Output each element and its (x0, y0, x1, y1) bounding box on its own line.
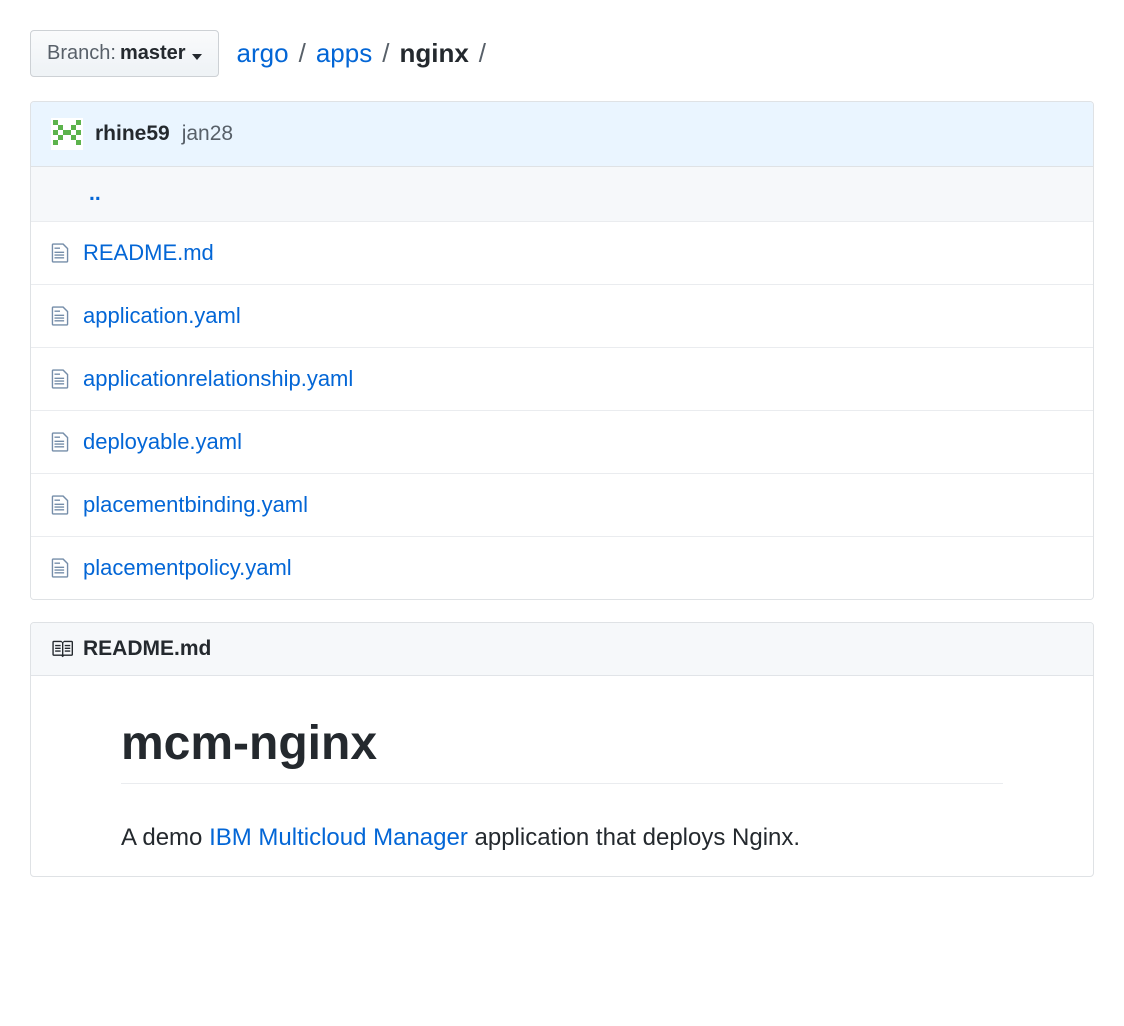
branch-prefix-label: Branch: (47, 42, 116, 65)
file-icon (51, 368, 69, 390)
breadcrumb-link[interactable]: apps (316, 38, 372, 69)
last-commit-header: rhine59 jan28 (31, 102, 1093, 167)
file-icon (51, 431, 69, 453)
file-row: placementpolicy.yaml (31, 537, 1093, 599)
breadcrumb-link[interactable]: argo (237, 38, 289, 69)
readme-text: application that deploys Nginx. (468, 824, 800, 851)
breadcrumb-separator: / (382, 38, 389, 69)
file-link[interactable]: application.yaml (83, 303, 241, 329)
file-icon (51, 242, 69, 264)
book-icon (51, 638, 73, 660)
readme-title: mcm-nginx (121, 716, 1003, 784)
parent-dir-link[interactable]: .. (89, 182, 101, 205)
commit-message[interactable]: jan28 (182, 122, 233, 146)
caret-down-icon (192, 43, 202, 66)
file-link[interactable]: applicationrelationship.yaml (83, 366, 353, 392)
file-icon (51, 305, 69, 327)
file-row: deployable.yaml (31, 411, 1093, 474)
file-link[interactable]: placementbinding.yaml (83, 492, 308, 518)
readme-filename-label: README.md (83, 637, 211, 661)
readme-link[interactable]: IBM Multicloud Manager (209, 824, 468, 851)
branch-name-label: master (120, 42, 186, 65)
readme-body: mcm-nginx A demo IBM Multicloud Manager … (31, 676, 1093, 876)
readme-header: README.md (31, 623, 1093, 676)
file-icon (51, 494, 69, 516)
parent-dir-row[interactable]: .. (31, 167, 1093, 222)
commit-author-link[interactable]: rhine59 (95, 122, 170, 146)
breadcrumb-separator: / (299, 38, 306, 69)
readme-description: A demo IBM Multicloud Manager applicatio… (121, 820, 1003, 856)
file-row: README.md (31, 222, 1093, 285)
branch-selector-button[interactable]: Branch: master (30, 30, 219, 77)
readme-text: A demo (121, 824, 209, 851)
breadcrumb-current: nginx (399, 38, 468, 69)
file-link[interactable]: placementpolicy.yaml (83, 555, 292, 581)
file-icon (51, 557, 69, 579)
breadcrumb-separator: / (479, 38, 486, 69)
file-listing: rhine59 jan28 .. README.md application.y… (30, 101, 1094, 600)
file-link[interactable]: README.md (83, 240, 214, 266)
breadcrumb: argo / apps / nginx / (237, 38, 486, 69)
avatar[interactable] (51, 118, 83, 150)
file-row: applicationrelationship.yaml (31, 348, 1093, 411)
file-row: application.yaml (31, 285, 1093, 348)
top-section: Branch: master argo / apps / nginx / (30, 30, 1094, 77)
readme-panel: README.md mcm-nginx A demo IBM Multiclou… (30, 622, 1094, 877)
file-row: placementbinding.yaml (31, 474, 1093, 537)
file-link[interactable]: deployable.yaml (83, 429, 242, 455)
